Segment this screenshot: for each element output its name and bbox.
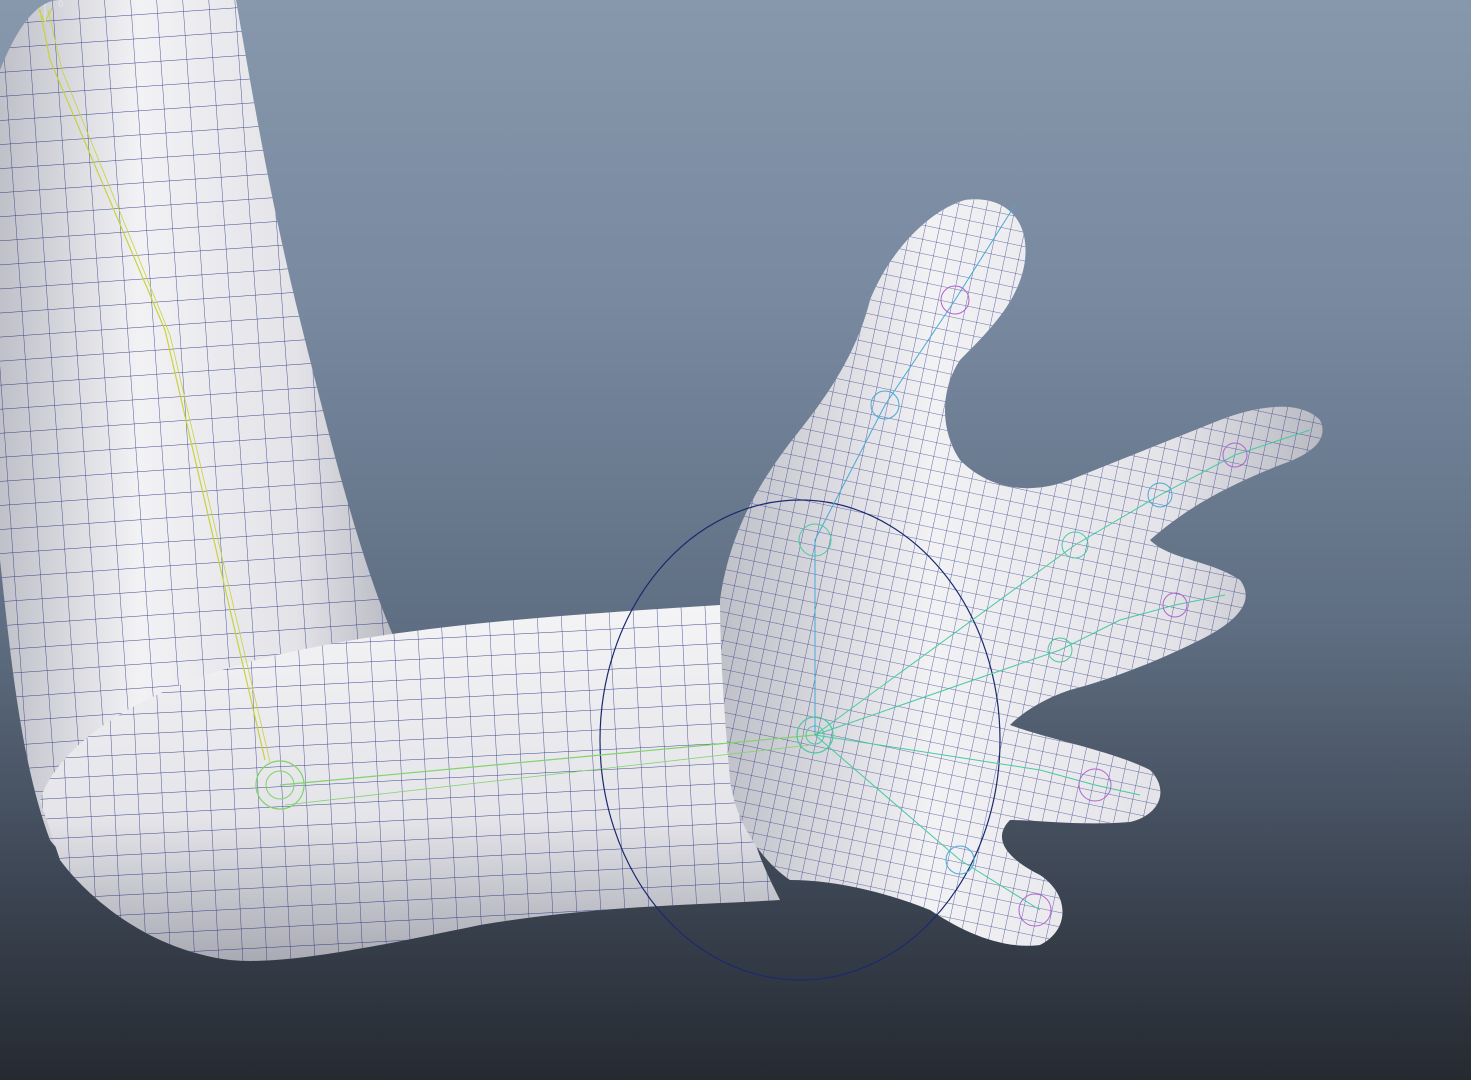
maya-viewport[interactable]: 0 (0, 0, 1471, 1080)
hand-mesh[interactable] (720, 199, 1323, 946)
scene-canvas[interactable] (0, 0, 1471, 1080)
axis-gizmo-icon (37, 4, 53, 23)
axis-readout: 0 (58, 0, 64, 10)
